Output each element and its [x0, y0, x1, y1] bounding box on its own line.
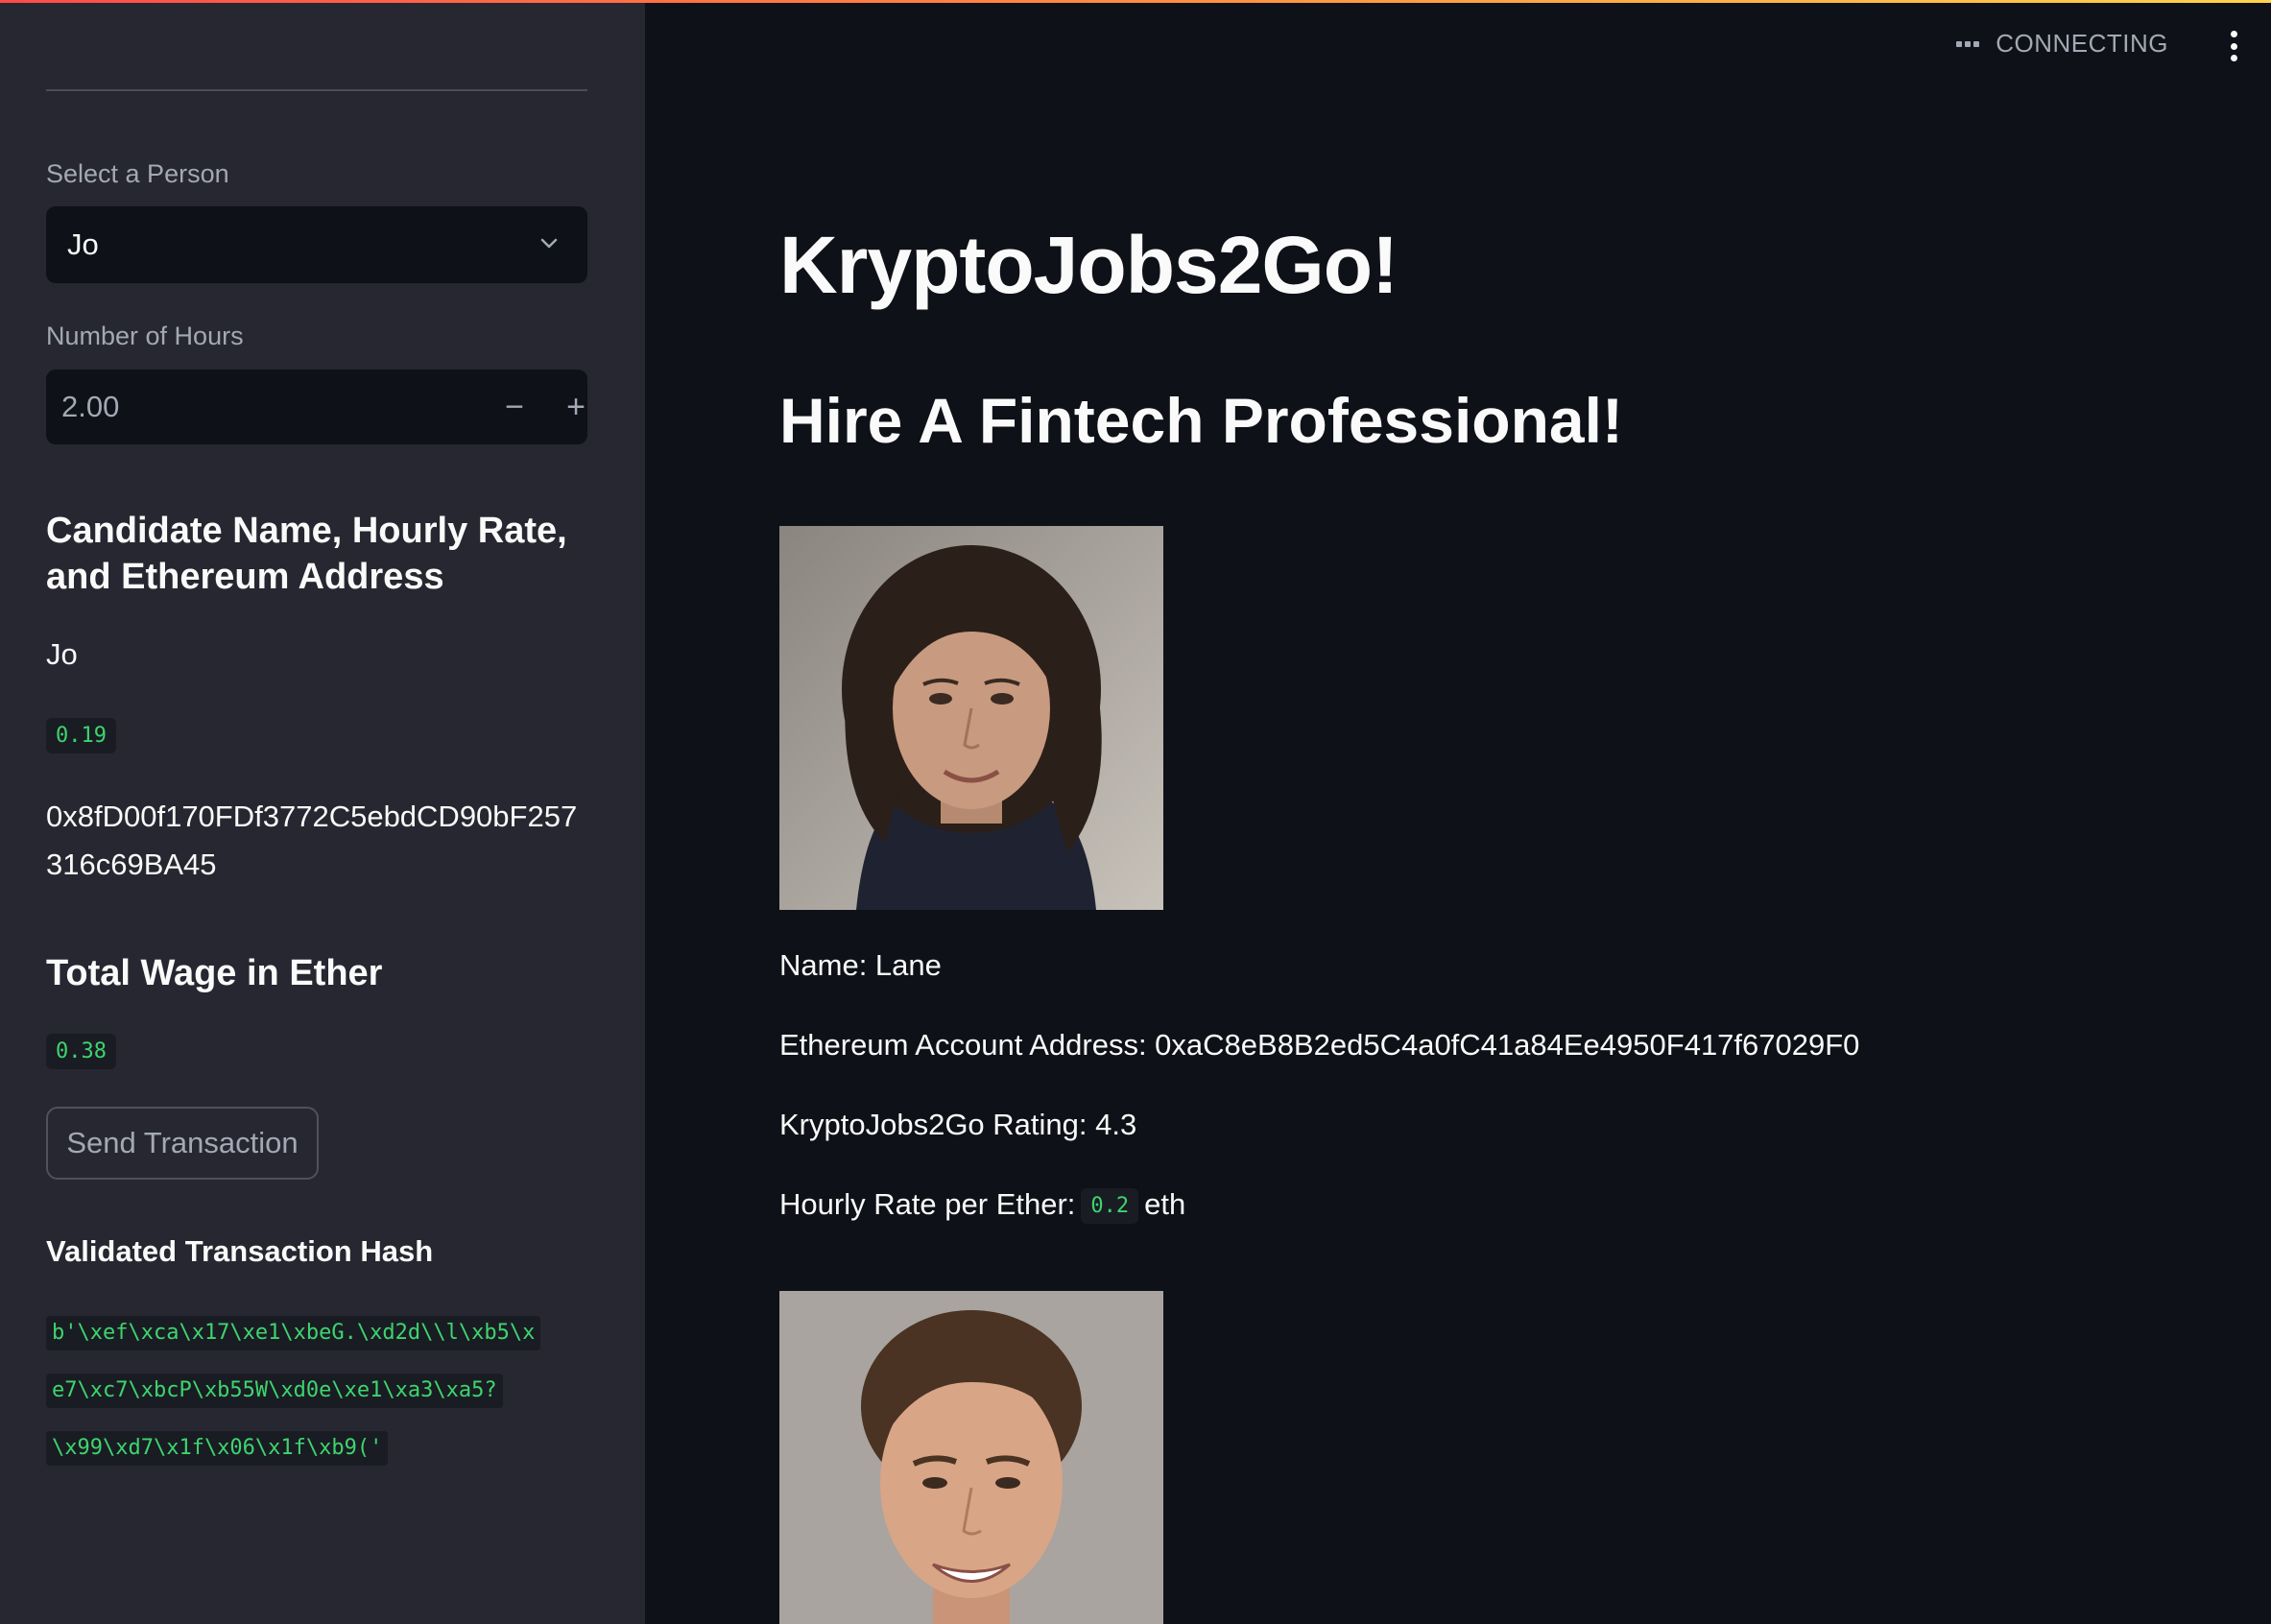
kebab-menu-icon[interactable]	[2229, 31, 2238, 61]
status-dots-icon	[1956, 40, 1982, 47]
send-transaction-button[interactable]: Send Transaction	[46, 1107, 319, 1180]
status-text: CONNECTING	[1996, 29, 2168, 58]
candidate-name: Jo	[46, 637, 78, 671]
hours-label: Number of Hours	[46, 322, 244, 350]
rate-value: 0.2	[1081, 1188, 1139, 1225]
rate-suffix: eth	[1144, 1187, 1186, 1221]
hash-line: \x99\xd7\x1f\x06\x1f\xb9('	[46, 1431, 389, 1466]
plus-icon: +	[566, 389, 586, 425]
select-person-label: Select a Person	[46, 159, 229, 188]
candidate-photo-man	[779, 1291, 1163, 1624]
candidate-address-line: Ethereum Account Address: 0xaC8eB8B2ed5C…	[779, 1028, 1860, 1062]
total-wage-heading: Total Wage in Ether	[46, 953, 383, 993]
rate-prefix: Hourly Rate per Ether:	[779, 1187, 1076, 1221]
hours-increment-button[interactable]: +	[552, 383, 600, 431]
candidate-name-line: Name: Lane	[779, 948, 942, 982]
select-person-value: Jo	[67, 227, 99, 261]
app-root: Select a Person Jo Number of Hours 2.00 …	[0, 0, 2271, 1624]
candidate-rate: 0.19	[46, 718, 116, 753]
chevron-down-icon	[540, 238, 558, 249]
connection-status: CONNECTING	[1956, 29, 2168, 59]
hash-heading: Validated Transaction Hash	[46, 1234, 434, 1268]
candidate-address: 0x8fD00f170FDf3772C5ebdCD90bF257316c69BA…	[46, 800, 578, 881]
candidate-rating-line: KryptoJobs2Go Rating: 4.3	[779, 1108, 1137, 1141]
hash-line: b'\xef\xca\x17\xe1\xbeG.\xd2d\\l\xb5\x	[46, 1316, 541, 1350]
hours-stepper: 2.00 − +	[46, 370, 587, 444]
candidate-photo-woman	[779, 526, 1163, 910]
minus-icon: −	[505, 389, 524, 425]
main-content: CONNECTING KryptoJobs2Go! Hire A Fintech…	[645, 0, 2271, 1624]
sidebar: Select a Person Jo Number of Hours 2.00 …	[0, 0, 645, 1624]
hash-line: e7\xc7\xbcP\xb55W\xd0e\xe1\xa3\xa5?	[46, 1373, 503, 1408]
top-decoration-bar	[0, 0, 2271, 3]
select-person-dropdown[interactable]: Jo	[46, 206, 587, 283]
hours-input[interactable]: 2.00	[61, 390, 119, 424]
page-subtitle: Hire A Fintech Professional!	[779, 385, 1623, 456]
candidate-heading: Candidate Name, Hourly Rate, and Ethereu…	[46, 511, 567, 597]
page-title: KryptoJobs2Go!	[779, 220, 1398, 310]
sidebar-divider	[46, 89, 587, 91]
hours-decrement-button[interactable]: −	[490, 383, 538, 431]
total-wage-value: 0.38	[46, 1034, 116, 1069]
transaction-hash: b'\xef\xca\x17\xe1\xbeG.\xd2d\\l\xb5\x e…	[46, 1308, 593, 1481]
candidate-rate-line: Hourly Rate per Ether: 0.2 eth	[779, 1187, 1186, 1225]
